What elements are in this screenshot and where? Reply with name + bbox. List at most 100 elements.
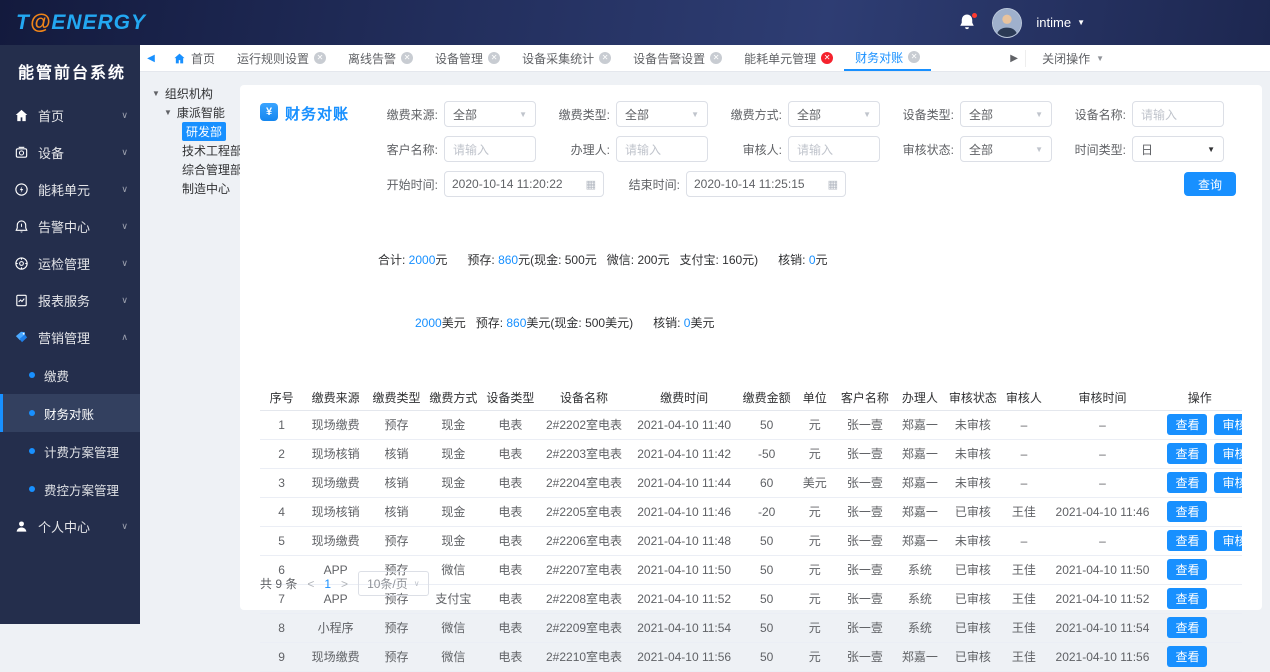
filter-label-payment-type: 缴费类型: <box>558 107 610 122</box>
view-button[interactable]: 查看 <box>1167 472 1208 493</box>
next-page-button[interactable]: > <box>341 577 348 591</box>
cell-device-name: 2#2205室电表 <box>538 497 630 527</box>
audit-button[interactable]: 审核 <box>1214 472 1242 493</box>
sidebar-subitem-payment[interactable]: 缴费 <box>0 356 140 394</box>
sidebar-item-device[interactable]: 设备 ∨ <box>0 134 140 171</box>
auditor-input[interactable]: 请输入 <box>788 136 880 162</box>
view-button[interactable]: 查看 <box>1167 530 1208 551</box>
cell-audit-time: – <box>1047 439 1158 469</box>
username-menu[interactable]: intime ▼ <box>1036 15 1085 30</box>
tab-label: 设备采集统计 <box>522 51 595 66</box>
tab-offline-alarm[interactable]: 离线告警 ✕ <box>337 45 424 71</box>
content-area: ▼ 组织机构 ▼ 康派智能 研发部 技术工程部 综合管理部 制造中心 ¥ 财务对账 缴… <box>140 72 1270 672</box>
person-icon <box>14 519 29 534</box>
sidebar-item-personal-center[interactable]: 个人中心 ∨ <box>0 508 140 545</box>
view-button[interactable]: 查看 <box>1167 617 1208 638</box>
sidebar-item-report-service[interactable]: 报表服务 ∨ <box>0 282 140 319</box>
tab-close-icon[interactable]: ✕ <box>599 52 612 64</box>
bullet-dot-icon <box>29 372 35 378</box>
col-header-handler: 办理人 <box>894 386 946 411</box>
view-button[interactable]: 查看 <box>1167 559 1208 580</box>
sidebar-subitem-fee-control-plan-mgmt[interactable]: 费控方案管理 <box>0 470 140 508</box>
sidebar-item-alarm-center[interactable]: 告警中心 ∨ <box>0 208 140 245</box>
cell-device-type: 电表 <box>481 642 539 672</box>
customer-name-input[interactable]: 请输入 <box>444 136 536 162</box>
tab-energy-unit-mgmt[interactable]: 能耗单元管理 ✕ <box>733 45 844 71</box>
select-value: 全部 <box>969 142 994 157</box>
sidebar: 能管前台系统 首页 ∨ 设备 ∨ 能耗单元 ∨ 告警中心 ∨ 运检管理 ∨ 报表服务 ∨ 营销管理 ∧ 缴费… <box>0 45 140 624</box>
chevron-down-icon: ∨ <box>121 295 128 305</box>
cell-payment-method: 现金 <box>424 439 482 469</box>
start-time-picker[interactable]: 2020-10-14 11:20:22 ▦ <box>444 171 604 197</box>
page-size-select[interactable]: 10条/页 ∨ <box>358 571 429 596</box>
report-icon <box>14 293 29 308</box>
view-button[interactable]: 查看 <box>1167 443 1208 464</box>
col-header-payment-time: 缴费时间 <box>629 386 740 411</box>
view-button[interactable]: 查看 <box>1167 414 1208 435</box>
tab-close-icon[interactable]: ✕ <box>314 52 327 64</box>
device-name-input[interactable]: 请输入 <box>1132 101 1224 127</box>
audit-button[interactable]: 审核 <box>1214 443 1242 464</box>
tab-close-icon[interactable]: ✕ <box>401 52 414 64</box>
payment-method-select[interactable]: 全部 ▼ <box>788 101 880 127</box>
tab-close-icon[interactable]: ✕ <box>710 52 723 64</box>
view-button[interactable]: 查看 <box>1167 588 1208 609</box>
tab-device-collect-stats[interactable]: 设备采集统计 ✕ <box>511 45 622 71</box>
page-number-1[interactable]: 1 <box>324 577 331 591</box>
summary-text: 元(现金: 500元 微信: 200元 支付宝: 160元) 核销: <box>518 253 809 267</box>
cell-auditor: 王佳 <box>1000 555 1048 585</box>
sidebar-item-home[interactable]: 首页 ∨ <box>0 97 140 134</box>
handler-input[interactable]: 请输入 <box>616 136 708 162</box>
end-time-picker[interactable]: 2020-10-14 11:25:15 ▦ <box>686 171 846 197</box>
cell-index: 9 <box>260 642 304 672</box>
sidebar-subitem-billing-plan-mgmt[interactable]: 计费方案管理 <box>0 432 140 470</box>
sidebar-subitem-financial-reconciliation[interactable]: 财务对账 <box>0 394 140 432</box>
tab-device-alarm-settings[interactable]: 设备告警设置 ✕ <box>622 45 733 71</box>
sidebar-item-marketing-mgmt[interactable]: 营销管理 ∧ <box>0 319 140 356</box>
payment-type-select[interactable]: 全部 ▼ <box>616 101 708 127</box>
tab-run-rule-settings[interactable]: 运行规则设置 ✕ <box>226 45 337 71</box>
cell-device-name: 2#2210室电表 <box>538 642 630 672</box>
tree-node-company[interactable]: ▼ 康派智能 <box>152 103 240 122</box>
tab-close-icon[interactable]: ✕ <box>488 52 501 64</box>
close-operations-menu[interactable]: 关闭操作 ▼ <box>1025 49 1120 67</box>
time-type-select[interactable]: 日 ▼ <box>1132 136 1224 162</box>
tree-node-org-root[interactable]: ▼ 组织机构 <box>152 84 240 103</box>
audit-button[interactable]: 审核 <box>1214 414 1242 435</box>
chevron-down-icon: ▼ <box>863 109 871 119</box>
cell-unit: 元 <box>794 526 836 556</box>
select-value: 全部 <box>453 107 478 122</box>
view-button[interactable]: 查看 <box>1167 646 1208 667</box>
cell-payment-type: 核销 <box>368 497 425 527</box>
tree-node-dept[interactable]: 制造中心 <box>152 179 240 198</box>
view-button[interactable]: 查看 <box>1167 501 1208 522</box>
cell-device-name: 2#2209室电表 <box>538 613 630 643</box>
sidebar-item-energy-unit[interactable]: 能耗单元 ∨ <box>0 171 140 208</box>
tree-node-dept[interactable]: 综合管理部 <box>152 160 242 179</box>
tabs-scroll-right-icon[interactable]: ▶ <box>1003 53 1025 64</box>
sidebar-item-inspection-mgmt[interactable]: 运检管理 ∨ <box>0 245 140 282</box>
tab-close-icon[interactable]: ✕ <box>821 52 834 64</box>
query-button[interactable]: 查询 <box>1184 172 1236 196</box>
cell-operation: 查看 <box>1157 555 1242 585</box>
payment-source-select[interactable]: 全部 ▼ <box>444 101 536 127</box>
tree-node-label: 研发部 <box>182 122 227 141</box>
tab-label: 首页 <box>191 51 216 66</box>
tree-node-dept[interactable]: 研发部 <box>152 122 240 141</box>
user-avatar[interactable] <box>992 7 1023 38</box>
notification-bell-icon[interactable] <box>958 12 978 33</box>
summary-amount: 2000 <box>408 253 436 267</box>
tab-home[interactable]: 首页 <box>162 45 226 71</box>
prev-page-button[interactable]: < <box>307 577 314 591</box>
tabs-scroll-left-icon[interactable]: ◀ <box>140 45 162 71</box>
tab-device-mgmt[interactable]: 设备管理 ✕ <box>424 45 511 71</box>
col-header-payment-source: 缴费来源 <box>303 386 368 411</box>
tab-close-icon[interactable]: ✕ <box>908 51 921 63</box>
tab-financial-reconciliation[interactable]: 财务对账 ✕ <box>844 45 932 71</box>
audit-status-select[interactable]: 全部 ▼ <box>960 136 1052 162</box>
tree-node-dept[interactable]: 技术工程部 <box>152 141 242 160</box>
financial-reconciliation-panel: ¥ 财务对账 缴费来源: 全部 ▼ 缴费类型: 全部 ▼ 缴费方式: 全部 ▼ 设备类型: 全部 ▼ 设… <box>240 85 1262 672</box>
audit-button[interactable]: 审核 <box>1214 530 1242 551</box>
cell-payment-method: 支付宝 <box>424 584 482 614</box>
device-type-select[interactable]: 全部 ▼ <box>960 101 1052 127</box>
